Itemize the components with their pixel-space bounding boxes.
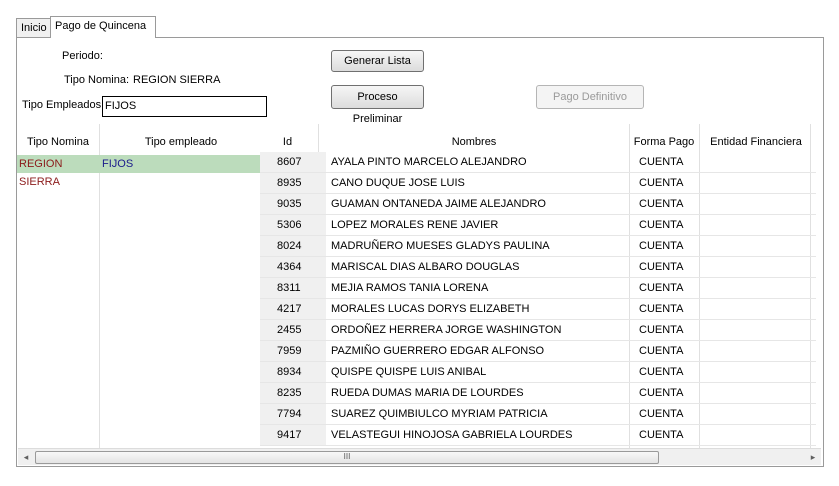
col-header-forma-pago: Forma Pago bbox=[633, 136, 695, 148]
table-row[interactable]: 5306 LOPEZ MORALES RENE JAVIER CUENTA bbox=[260, 214, 816, 236]
forma-pago-cell: CUENTA bbox=[636, 319, 706, 341]
forma-pago-cell: CUENTA bbox=[636, 403, 706, 425]
pago-definitivo-button[interactable]: Pago Definitivo bbox=[536, 85, 644, 109]
horizontal-scrollbar[interactable]: ◂ III ▸ bbox=[18, 448, 821, 465]
tipo-empleados-field[interactable]: FIJOS bbox=[102, 96, 267, 117]
id-cell: 8024 bbox=[260, 235, 326, 257]
nombre-cell: RUEDA DUMAS MARIA DE LOURDES bbox=[326, 382, 636, 404]
forma-pago-cell: CUENTA bbox=[636, 172, 706, 194]
table-row[interactable]: 9035 GUAMAN ONTANEDA JAIME ALEJANDRO CUENT… bbox=[260, 193, 816, 215]
pago-quincena-panel: Periodo: Tipo Nomina: REGION SIERRA Tipo… bbox=[16, 37, 824, 467]
id-cell: 8235 bbox=[260, 382, 326, 404]
nombre-cell: ORDOÑEZ HERRERA JORGE WASHINGTON bbox=[326, 319, 636, 341]
tipo-empleados-label: Tipo Empleados: bbox=[22, 99, 105, 111]
forma-pago-cell: CUENTA bbox=[636, 340, 706, 362]
forma-pago-cell: CUENTA bbox=[636, 382, 706, 404]
generar-lista-button[interactable]: Generar Lista bbox=[331, 50, 424, 72]
table-row[interactable]: 8935 CANO DUQUE JOSE LUIS CUENTA bbox=[260, 172, 816, 194]
entidad-financiera-cell bbox=[706, 277, 816, 299]
nombre-cell: QUISPE QUISPE LUIS ANIBAL bbox=[326, 361, 636, 383]
tipo-row-selected[interactable]: REGION SIERRA FIJOS bbox=[17, 155, 282, 188]
nombre-cell: SUAREZ QUIMBIULCO MYRIAM PATRICIA bbox=[326, 403, 636, 425]
nombre-cell: MADRUÑERO MUESES GLADYS PAULINA bbox=[326, 235, 636, 257]
scrollbar-thumb[interactable]: III bbox=[35, 451, 659, 464]
id-cell: 9035 bbox=[260, 193, 326, 215]
scrollbar-grip-icon: III bbox=[343, 452, 351, 461]
col-header-nombres: Nombres bbox=[451, 136, 497, 148]
tipo-empleado-cell: FIJOS bbox=[99, 155, 264, 173]
col-header-id: Id bbox=[282, 136, 293, 148]
forma-pago-cell: CUENTA bbox=[636, 277, 706, 299]
table-row[interactable]: 7794 SUAREZ QUIMBIULCO MYRIAM PATRICIA CUE… bbox=[260, 403, 816, 425]
forma-pago-cell: CUENTA bbox=[636, 361, 706, 383]
table-row[interactable]: 9417 VELASTEGUI HINOJOSA GABRIELA LOURDES… bbox=[260, 424, 816, 446]
forma-pago-cell: CUENTA bbox=[636, 298, 706, 320]
tipo-nomina-value: REGION SIERRA bbox=[133, 74, 221, 86]
id-cell: 7959 bbox=[260, 340, 326, 362]
id-cell: 5306 bbox=[260, 214, 326, 236]
table-row[interactable]: 8235 RUEDA DUMAS MARIA DE LOURDES CUENTA bbox=[260, 382, 816, 404]
proceso-preliminar-button[interactable]: Proceso Preliminar bbox=[331, 85, 424, 125]
table-row[interactable]: 8311 MEJIA RAMOS TANIA LORENA CUENTA bbox=[260, 277, 816, 299]
periodo-label: Periodo: bbox=[62, 50, 103, 62]
table-row[interactable]: 4364 MARISCAL DIAS ALBARO DOUGLAS CUENTA bbox=[260, 256, 816, 278]
entidad-financiera-cell bbox=[706, 235, 816, 257]
entidad-financiera-cell bbox=[706, 193, 816, 215]
table-row[interactable]: 8024 MADRUÑERO MUESES GLADYS PAULINA CUENT… bbox=[260, 235, 816, 257]
column-divider bbox=[318, 124, 319, 154]
table-row[interactable]: 2455 ORDOÑEZ HERRERA JORGE WASHINGTON CUEN… bbox=[260, 319, 816, 341]
nombre-cell: PAZMIÑO GUERRERO EDGAR ALFONSO bbox=[326, 340, 636, 362]
id-cell: 8311 bbox=[260, 277, 326, 299]
tipo-nomina-cell: REGION SIERRA bbox=[17, 155, 99, 188]
id-cell: 2455 bbox=[260, 319, 326, 341]
nombre-cell: MEJIA RAMOS TANIA LORENA bbox=[326, 277, 636, 299]
id-cell: 7794 bbox=[260, 403, 326, 425]
nombre-cell: MORALES LUCAS DORYS ELIZABETH bbox=[326, 298, 636, 320]
nombre-cell: MARISCAL DIAS ALBARO DOUGLAS bbox=[326, 256, 636, 278]
entidad-financiera-cell bbox=[706, 172, 816, 194]
id-cell: 4217 bbox=[260, 298, 326, 320]
nombre-cell: VELASTEGUI HINOJOSA GABRIELA LOURDES bbox=[326, 424, 636, 446]
col-header-tipo-empleado: Tipo empleado bbox=[144, 136, 218, 148]
entidad-financiera-cell bbox=[706, 403, 816, 425]
entidad-financiera-cell bbox=[706, 298, 816, 320]
table-row[interactable]: 4217 MORALES LUCAS DORYS ELIZABETH CUENTA bbox=[260, 298, 816, 320]
employee-grid: 8607 AYALA PINTO MARCELO ALEJANDRO CUENTA 8… bbox=[260, 152, 816, 446]
entidad-financiera-cell bbox=[706, 319, 816, 341]
entidad-financiera-cell bbox=[706, 424, 816, 446]
forma-pago-cell: CUENTA bbox=[636, 193, 706, 215]
forma-pago-cell: CUENTA bbox=[636, 424, 706, 446]
forma-pago-cell: CUENTA bbox=[636, 214, 706, 236]
forma-pago-cell: CUENTA bbox=[636, 235, 706, 257]
id-cell: 4364 bbox=[260, 256, 326, 278]
entidad-financiera-cell bbox=[706, 382, 816, 404]
nombre-cell: CANO DUQUE JOSE LUIS bbox=[326, 172, 636, 194]
nombre-cell: LOPEZ MORALES RENE JAVIER bbox=[326, 214, 636, 236]
entidad-financiera-cell bbox=[706, 361, 816, 383]
id-cell: 8935 bbox=[260, 172, 326, 194]
table-row[interactable]: 7959 PAZMIÑO GUERRERO EDGAR ALFONSO CUENTA bbox=[260, 340, 816, 362]
nombre-cell: GUAMAN ONTANEDA JAIME ALEJANDRO bbox=[326, 193, 636, 215]
entidad-financiera-cell bbox=[706, 340, 816, 362]
entidad-financiera-cell bbox=[706, 214, 816, 236]
col-header-tipo-nomina: Tipo Nomina bbox=[27, 136, 89, 148]
entidad-financiera-cell bbox=[706, 152, 816, 173]
nombre-cell: AYALA PINTO MARCELO ALEJANDRO bbox=[326, 152, 636, 173]
tab-pago-de-quincena[interactable]: Pago de Quincena bbox=[50, 16, 156, 38]
scroll-left-arrow-icon[interactable]: ◂ bbox=[18, 449, 34, 465]
col-header-entidad-financiera: Entidad Financiera bbox=[710, 136, 802, 148]
id-cell: 9417 bbox=[260, 424, 326, 446]
table-row[interactable]: 8607 AYALA PINTO MARCELO ALEJANDRO CUENTA bbox=[260, 152, 816, 173]
id-cell: 8607 bbox=[260, 152, 326, 173]
id-cell: 8934 bbox=[260, 361, 326, 383]
entidad-financiera-cell bbox=[706, 256, 816, 278]
forma-pago-cell: CUENTA bbox=[636, 152, 706, 173]
tipo-nomina-label: Tipo Nomina: bbox=[64, 74, 130, 86]
scroll-right-arrow-icon[interactable]: ▸ bbox=[805, 449, 821, 465]
forma-pago-cell: CUENTA bbox=[636, 256, 706, 278]
table-row[interactable]: 8934 QUISPE QUISPE LUIS ANIBAL CUENTA bbox=[260, 361, 816, 383]
